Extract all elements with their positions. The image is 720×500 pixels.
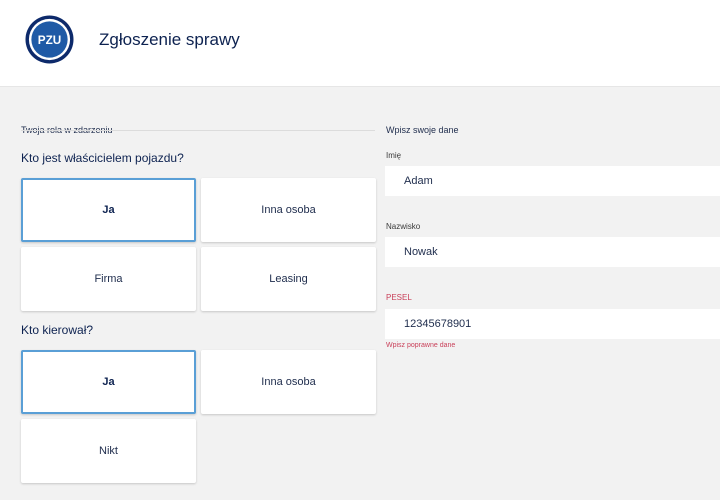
driver-option-nobody[interactable]: Nikt: [21, 419, 196, 483]
top-header: PZU Zgłoszenie sprawy: [0, 0, 720, 87]
last-name-field[interactable]: [385, 237, 720, 267]
page-title: Zgłoszenie sprawy: [99, 30, 240, 49]
first-name-field[interactable]: [385, 166, 720, 196]
owner-option-company-label: Firma: [94, 273, 123, 285]
owner-option-me-label: Ja: [102, 204, 115, 216]
section-divider: [21, 130, 375, 131]
first-name-label: Imię: [386, 151, 402, 160]
driver-option-other-person[interactable]: Inna osoba: [201, 350, 376, 414]
owner-option-other-person[interactable]: Inna osoba: [201, 178, 376, 242]
driver-option-nobody-label: Nikt: [99, 445, 118, 457]
data-section-label: Wpisz swoje dane: [386, 125, 459, 135]
last-name-label: Nazwisko: [386, 222, 421, 231]
pesel-field[interactable]: [385, 309, 720, 339]
driver-option-me[interactable]: Ja: [21, 350, 196, 414]
owner-option-company[interactable]: Firma: [21, 247, 196, 311]
driver-option-me-label: Ja: [102, 376, 115, 388]
pesel-label: PESEL: [386, 293, 412, 302]
pesel-error-message: Wpisz poprawne dane: [386, 342, 456, 349]
owner-option-leasing-label: Leasing: [269, 273, 308, 285]
driver-option-other-person-label: Inna osoba: [261, 376, 316, 388]
owner-option-leasing[interactable]: Leasing: [201, 247, 376, 311]
pzu-logo[interactable]: PZU: [25, 15, 74, 64]
owner-option-other-person-label: Inna osoba: [261, 204, 316, 216]
owner-option-me[interactable]: Ja: [21, 178, 196, 242]
driver-question: Kto kierował?: [21, 323, 94, 337]
owner-question: Kto jest właścicielem pojazdu?: [21, 151, 184, 165]
logo-text: PZU: [38, 34, 62, 47]
